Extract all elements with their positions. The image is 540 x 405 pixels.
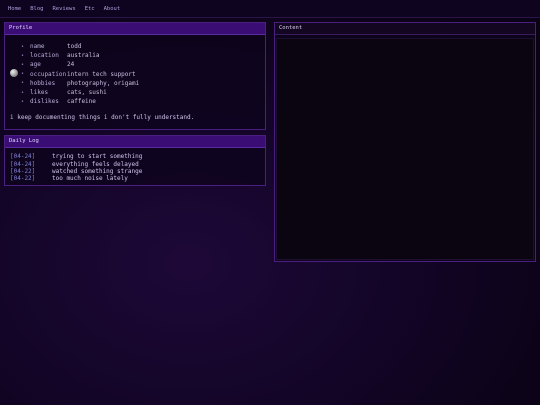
profile-key: age [30,61,41,69]
profile-row-location: • location australia [21,51,139,60]
daily-log-panel: Daily Log [04-24] trying to start someth… [4,135,266,186]
log-entry: [04-24] everything feels delayed [10,160,142,168]
log-text: everything feels delayed [52,160,139,168]
nav-reviews[interactable]: Reviews [53,6,76,12]
daily-log-title: Daily Log [5,136,265,148]
nav-etc[interactable]: Etc [85,6,95,12]
profile-value: australia [67,52,100,60]
avatar [10,69,18,77]
nav-blog[interactable]: Blog [30,6,43,12]
profile-row-name: • name todd [21,42,139,51]
nav-about[interactable]: About [104,6,121,12]
daily-log-list: [04-24] trying to start something [04-24… [10,153,142,183]
profile-row-likes: • likes cats, sushi [21,88,139,97]
bullet-icon: • [21,71,25,78]
profile-key: hobbies [30,79,56,87]
profile-key: occupation [30,70,67,78]
log-date: [04-24] [10,153,36,161]
profile-value: todd [67,43,82,51]
profile-quote: i keep documenting things i don't fully … [10,114,195,121]
log-text: trying to start something [52,153,143,161]
profile-key: dislikes [30,98,59,106]
profile-value: cats, sushi [67,89,107,97]
bullet-icon: • [21,61,25,68]
profile-row-dislikes: • dislikes caffeine [21,97,139,106]
bullet-icon: • [21,43,25,50]
log-entry: [04-24] trying to start something [10,153,142,160]
profile-row-occupation: • occupation intern tech support [21,70,139,79]
profile-row-hobbies: • hobbies photography, origami [21,79,139,88]
profile-row-age: • age 24 [21,60,139,69]
log-entry: [04-22] too much noise lately [10,175,142,182]
profile-value: photography, origami [67,79,140,87]
profile-value: intern tech support [67,70,136,78]
content-area [276,38,534,260]
log-entry: [04-22] watched something strange [10,168,142,175]
profile-key: name [30,43,45,51]
profile-panel: Profile • name todd • location australia… [4,22,266,130]
profile-key: location [30,52,59,60]
content-title: Content [275,23,535,35]
bullet-icon: • [21,80,25,87]
content-panel: Content [274,22,536,262]
nav-home[interactable]: Home [8,6,21,12]
log-date: [04-24] [10,160,36,168]
profile-list: • name todd • location australia • age 2… [21,42,139,106]
bullet-icon: • [21,98,25,105]
log-text: too much noise lately [52,175,128,183]
profile-key: likes [30,89,49,97]
top-nav: Home Blog Reviews Etc About [0,0,540,18]
log-text: watched something strange [52,167,143,175]
bullet-icon: • [21,89,25,96]
log-date: [04-22] [10,175,36,183]
profile-value: 24 [67,61,75,69]
profile-value: caffeine [67,98,96,106]
log-date: [04-22] [10,167,36,175]
bullet-icon: • [21,52,25,59]
profile-title: Profile [5,23,265,35]
